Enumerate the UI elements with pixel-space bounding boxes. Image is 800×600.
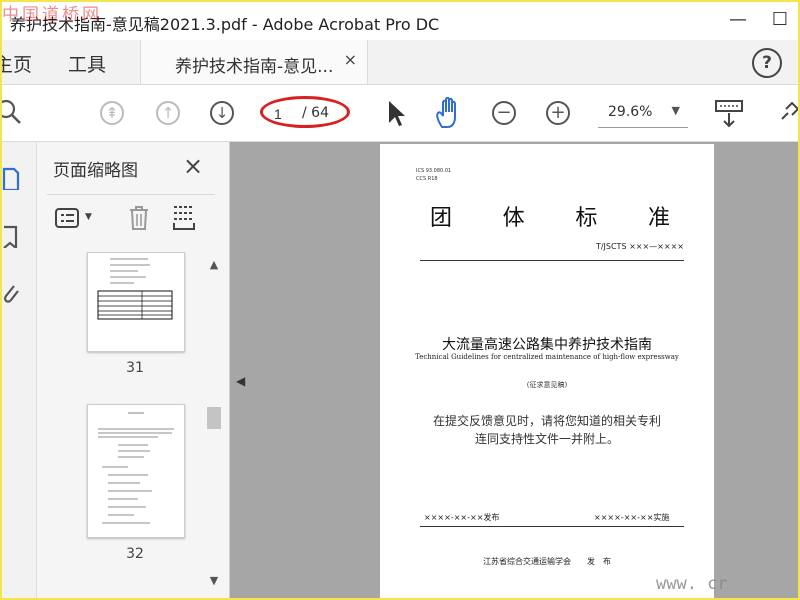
scroll-up-icon[interactable]: ▲ (205, 258, 223, 271)
page-thumbnail-31[interactable] (87, 252, 185, 352)
standard-char: 准 (647, 206, 670, 231)
left-rail (2, 142, 37, 598)
thumbnail-scrollbar[interactable]: ▲ ▼ (205, 252, 223, 598)
standard-char: 团 (430, 206, 453, 231)
home-tab[interactable]: 主页 (2, 50, 32, 77)
panel-toolbar: ▼ (47, 194, 215, 239)
zoom-in-icon[interactable]: + (546, 101, 570, 125)
standard-char: 标 (575, 206, 598, 231)
ics-code: ICS 93.080.01 (416, 168, 452, 174)
close-tab-button[interactable]: × (344, 50, 357, 69)
attachments-icon[interactable] (2, 280, 22, 304)
zoom-value: 29.6% (608, 104, 653, 120)
title-bar: 养护技术指南-意见稿2021.3.pdf - Adobe Acrobat Pro… (2, 2, 798, 40)
document-subtitle: Technical Guidelines for centralized mai… (415, 353, 679, 361)
panel-title: 页面缩略图 (53, 161, 138, 181)
close-panel-button[interactable]: × (183, 152, 203, 180)
page-thumbnails-icon[interactable] (2, 166, 22, 190)
minimize-button[interactable]: — (718, 8, 758, 32)
search-icon[interactable] (0, 99, 22, 125)
scroll-mode-icon[interactable] (714, 99, 744, 129)
document-tab[interactable]: 养护技术指南-意见... × (140, 40, 368, 84)
menu-bar: 主页 工具 养护技术指南-意见... × ? (2, 40, 798, 85)
site-watermark: www. cr (656, 574, 728, 594)
options-menu-icon[interactable] (55, 207, 81, 229)
draft-label: (征求意见稿) (526, 381, 568, 389)
standard-char: 体 (502, 206, 525, 231)
pdf-page: ICS 93.080.01 CCS R18 团 体 标 准 T/JSCTS ××… (380, 144, 714, 598)
thumbnail-list: 31 32 (37, 252, 207, 598)
publishing-org: 江苏省综合交通运输学会 发 布 (483, 557, 611, 566)
thumbnail-panel: 页面缩略图 × ▼ 31 32 ▲ ▼ (37, 142, 230, 598)
insert-page-icon[interactable] (171, 205, 197, 231)
standard-code: T/JSCTS ×××—×××× (595, 242, 684, 251)
patent-note: 在提交反馈意见时，请将您知道的相关专利 (432, 414, 661, 428)
document-tab-label: 养护技术指南-意见... (175, 57, 334, 77)
thumbnail-label: 31 (126, 360, 144, 376)
delete-page-icon[interactable] (127, 205, 151, 231)
standard-heading: 团 体 标 准 (430, 200, 670, 232)
toolbar: ⇞ ↑ ↓ / 64 − + 29.6% ▼ (2, 85, 798, 142)
scroll-down-icon[interactable]: ▼ (205, 574, 223, 587)
patent-note: 连同支持性文件一并附上。 (474, 432, 619, 446)
first-page-icon[interactable]: ⇞ (100, 101, 124, 125)
ccs-code: CCS R18 (416, 176, 438, 182)
bookmarks-icon[interactable] (2, 224, 22, 248)
scrollbar-thumb[interactable] (207, 407, 221, 429)
help-button[interactable]: ? (752, 48, 782, 78)
divider (420, 260, 684, 261)
collapse-panel-icon[interactable]: ◀ (236, 374, 245, 388)
document-viewport: ◀ ICS 93.080.01 CCS R18 团 体 标 准 T/JSCTS … (230, 142, 798, 598)
document-title: 大流量高速公路集中养护技术指南 (442, 337, 652, 353)
site-watermark: 中国道桥网 (2, 5, 102, 25)
link-icon[interactable] (778, 101, 800, 123)
divider (420, 526, 684, 527)
previous-page-icon[interactable]: ↑ (156, 101, 180, 125)
thumbnail-label: 32 (126, 546, 144, 562)
implement-date: ××××-××-××实施 (594, 513, 670, 522)
hand-tool-icon[interactable] (434, 97, 464, 129)
next-page-icon[interactable]: ↓ (210, 101, 234, 125)
chevron-down-icon[interactable]: ▼ (85, 212, 92, 222)
publish-date: ××××-××-××发布 (424, 513, 500, 522)
chevron-down-icon: ▼ (671, 104, 680, 117)
acrobat-window: 养护技术指南-意见稿2021.3.pdf - Adobe Acrobat Pro… (0, 0, 800, 600)
zoom-dropdown[interactable]: 29.6% ▼ (598, 101, 688, 128)
maximize-button[interactable]: ☐ (760, 8, 798, 32)
tools-tab[interactable]: 工具 (68, 50, 106, 77)
page-thumbnail-32[interactable] (87, 404, 185, 538)
highlight-annotation (260, 96, 350, 128)
select-arrow-icon[interactable] (386, 99, 406, 127)
zoom-out-icon[interactable]: − (492, 101, 516, 125)
